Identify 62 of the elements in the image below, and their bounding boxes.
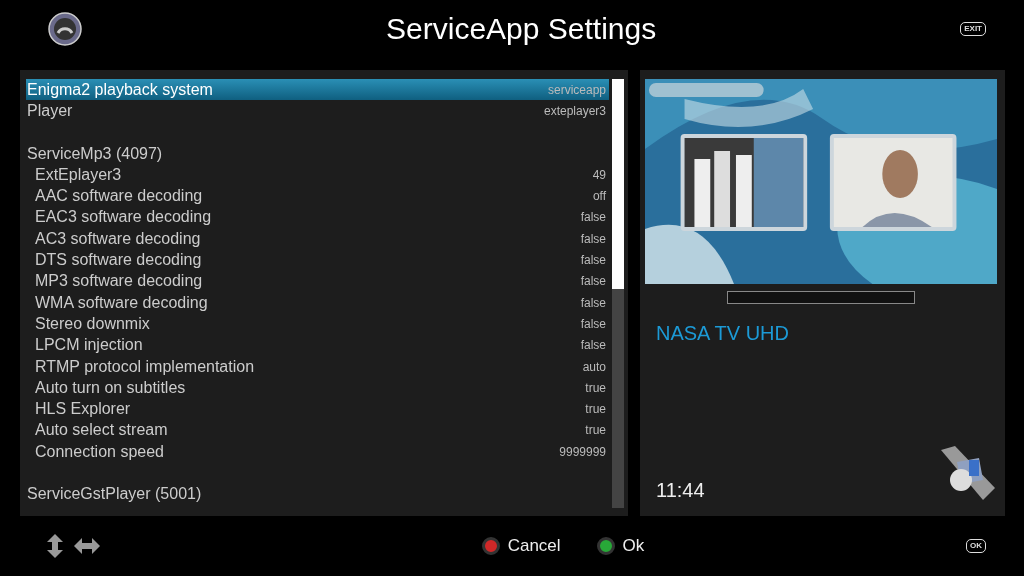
setting-row[interactable]: ServiceMp3 (4097) [26,142,609,165]
setting-row[interactable]: DTS software decoding false [26,249,609,271]
setting-row[interactable]: AC3 software decoding false [26,228,609,250]
clock-time: 11:44 [656,479,705,502]
setting-value: auto [582,359,606,374]
setting-label: RTMP protocol implementation [35,357,255,376]
setting-label: WMA software decoding [35,293,208,312]
setting-row[interactable]: EAC3 software decoding false [26,206,609,229]
scrollbar[interactable] [612,79,624,508]
footer-button[interactable]: Cancel [481,536,561,556]
setting-value: false [580,316,606,331]
setting-value: 9999999 [559,444,606,459]
footer-button[interactable]: Ok [596,536,645,556]
setting-value: true [585,402,606,417]
setting-row[interactable]: AAC software decoding off [26,185,609,207]
setting-label: Connection speed [35,442,164,461]
setting-value: false [580,295,606,310]
setting-row[interactable]: ExtEplayer3 49 [26,164,609,186]
setting-row[interactable]: RTMP protocol implementation auto [26,355,609,378]
up-down-arrow-icon [46,534,64,558]
setting-row[interactable]: Connection speed 9999999 [26,441,609,463]
setting-label: DTS software decoding [35,251,202,269]
setting-label: AAC software decoding [35,187,203,206]
exit-key[interactable]: EXIT [960,22,986,36]
setting-value: serviceapp [547,82,606,97]
ok-key[interactable]: OK [966,539,986,553]
setting-row[interactable]: Auto turn on subtitles true [26,377,609,399]
setting-label: AC3 software decoding [35,229,201,248]
setting-label: Auto select stream [35,421,168,440]
screen-title: ServiceApp Settings [386,12,657,46]
setting-value: exteplayer3 [543,103,606,118]
setting-row[interactable]: Stereo downmix false [26,313,609,335]
setting-value: 49 [592,167,606,182]
setting-value: false [580,338,606,353]
setting-label: ServiceMp3 (4097) [27,144,163,163]
left-right-arrow-icon [74,537,100,555]
setting-row[interactable]: Enigma2 playback system serviceapp [26,79,609,101]
setting-label: Stereo downmix [35,314,150,333]
setting-label: MP3 software decoding [35,272,203,291]
setting-row[interactable]: Auto select stream true [26,419,609,442]
setting-label: ServiceGstPlayer (5001) [27,485,202,504]
setting-value: off [592,189,606,204]
setting-label: Player [27,101,73,120]
setting-label: HLS Explorer [35,400,131,419]
setting-row[interactable]: MP3 software decoding false [26,270,609,292]
channel-name: NASA TV UHD [656,322,790,345]
setting-row[interactable]: ServiceGstPlayer (5001) [26,483,609,505]
setting-row[interactable]: WMA software decoding false [26,291,609,314]
setting-value: false [580,210,606,225]
setting-label: EAC3 software decoding [35,208,212,227]
setting-label: Auto turn on subtitles [35,378,186,397]
setting-row[interactable]: HLS Explorer true [26,398,609,420]
setting-value: false [580,253,606,267]
setting-value: true [585,423,606,438]
setting-row[interactable]: LPCM injection false [26,334,609,356]
setting-label: LPCM injection [35,336,143,355]
setting-row[interactable]: Player exteplayer3 [26,100,609,122]
setting-value: true [585,380,606,395]
setting-label: ExtEplayer3 [35,165,122,184]
setting-value: false [580,231,606,246]
setting-value: false [580,274,606,289]
setting-label: Enigma2 playback system [27,80,213,99]
